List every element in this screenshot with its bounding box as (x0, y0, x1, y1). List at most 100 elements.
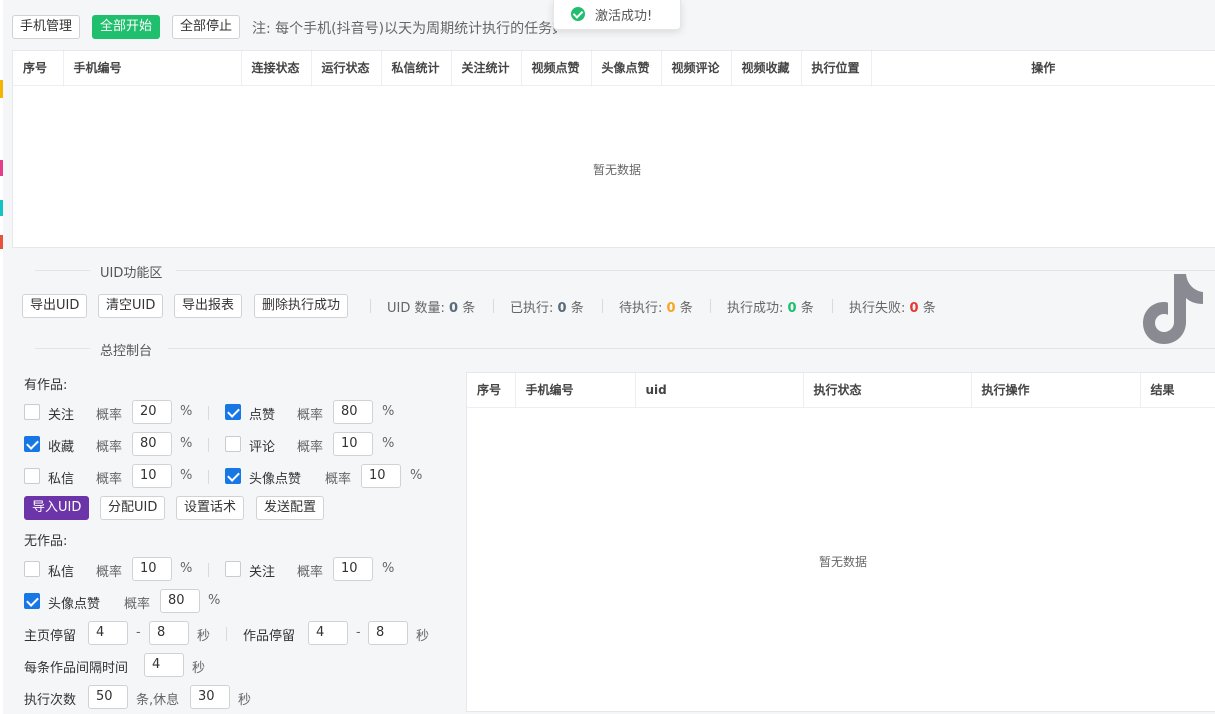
export-uid-button[interactable]: 导出UID (22, 294, 88, 318)
nw-avatar-like-prob-label: 概率 (124, 597, 151, 612)
nw-follow-checkbox[interactable] (225, 561, 241, 577)
nw-avatar-like-percent: % (208, 593, 221, 608)
clear-uid-button[interactable]: 清空UID (98, 294, 164, 318)
export-report-button[interactable]: 导出报表 (174, 294, 243, 318)
work-stay-max-input[interactable]: 8 (368, 621, 408, 645)
nw-follow-prob-input[interactable]: 10 (333, 557, 373, 581)
nw-follow-label: 关注 (249, 565, 276, 580)
fail-unit: 条 (922, 301, 936, 316)
like-prob-input[interactable]: 80 (333, 400, 373, 424)
success-value: 0 (787, 301, 797, 316)
dm-prob-input[interactable]: 10 (132, 464, 172, 488)
avatar-like-checkbox[interactable] (225, 468, 241, 484)
comment-prob-label: 概率 (297, 440, 324, 455)
col-video-comment: 视频评论 (661, 51, 732, 86)
toast-notification: 激活成功! (553, 0, 681, 30)
success-stat: 执行成功: 0 条 (727, 297, 814, 316)
pending-label: 待执行: (619, 301, 663, 316)
pending-unit: 条 (679, 301, 693, 316)
work-stay-label: 作品停留 (243, 629, 296, 644)
interval-input[interactable]: 4 (144, 653, 184, 677)
with-works-label: 有作品: (24, 378, 68, 393)
dm-checkbox[interactable] (24, 468, 40, 484)
uid-divider-left (35, 270, 90, 271)
rest-input[interactable]: 30 (190, 685, 230, 709)
uid-table-header: 序号 手机编号 uid 执行状态 执行操作 结果 (467, 373, 1215, 408)
rest-unit: 秒 (238, 693, 252, 708)
set-script-button[interactable]: 设置话术 (176, 496, 245, 520)
toast-message: 激活成功! (595, 9, 653, 24)
pending-stat: 待执行: 0 条 (619, 297, 693, 316)
executed-stat: 已执行: 0 条 (510, 297, 584, 316)
comment-checkbox[interactable] (225, 436, 241, 452)
comment-prob-input[interactable]: 10 (333, 432, 373, 456)
collect-checkbox[interactable] (24, 436, 40, 452)
nw-dm-percent: % (180, 561, 193, 576)
home-stay-dash: - (136, 625, 141, 640)
stat-separator (710, 299, 711, 313)
home-stay-min-input[interactable]: 4 (88, 621, 128, 645)
follow-prob-input[interactable]: 20 (132, 400, 172, 424)
dm-prob-label: 概率 (96, 472, 123, 487)
stat-separator (832, 299, 833, 313)
send-config-button[interactable]: 发送配置 (256, 496, 325, 520)
phone-table-header: 序号 手机编号 连接状态 运行状态 私信统计 关注统计 视频点赞 头像点赞 视频… (13, 51, 1215, 86)
collect-prob-label: 概率 (96, 440, 123, 455)
field-separator (208, 563, 209, 577)
delete-success-button[interactable]: 删除执行成功 (254, 294, 349, 318)
uid-section-title: UID功能区 (100, 266, 163, 281)
col-run-status: 运行状态 (311, 51, 382, 86)
executed-label: 已执行: (510, 301, 554, 316)
col-phone-id: 手机编号 (63, 51, 242, 86)
fail-label: 执行失败: (849, 301, 906, 316)
nw-avatar-like-prob-input[interactable]: 80 (160, 589, 200, 613)
follow-label: 关注 (48, 408, 75, 423)
home-stay-unit: 秒 (197, 629, 211, 644)
like-checkbox[interactable] (225, 404, 241, 420)
nw-follow-prob-label: 概率 (297, 565, 324, 580)
interval-label: 每条作品间隔时间 (24, 661, 129, 676)
col-connect-status: 连接状态 (241, 51, 312, 86)
work-stay-unit: 秒 (416, 629, 430, 644)
col-index: 序号 (13, 51, 64, 86)
collect-label: 收藏 (48, 440, 75, 455)
assign-uid-button[interactable]: 分配UID (100, 496, 166, 520)
stat-separator (370, 299, 371, 313)
work-stay-dash: - (356, 625, 361, 640)
follow-checkbox[interactable] (24, 404, 40, 420)
stop-all-button[interactable]: 全部停止 (172, 15, 241, 39)
uid-col-result: 结果 (1140, 373, 1215, 408)
col-follow-stats: 关注统计 (451, 51, 522, 86)
nw-dm-label: 私信 (48, 565, 75, 580)
console-title: 总控制台 (100, 344, 153, 359)
collect-percent: % (180, 436, 193, 451)
uid-col-uid: uid (635, 373, 804, 408)
col-avatar-like: 头像点赞 (591, 51, 662, 86)
home-stay-max-input[interactable]: 8 (149, 621, 189, 645)
avatar-like-prob-input[interactable]: 10 (361, 464, 401, 488)
left-edge-accent-teal (0, 200, 3, 216)
field-separator (208, 406, 209, 420)
left-edge-accent-red (0, 235, 3, 249)
avatar-like-prob-label: 概率 (325, 472, 352, 487)
uid-count-label: UID 数量: (387, 301, 445, 316)
uid-count-value: 0 (449, 301, 459, 316)
home-stay-label: 主页停留 (24, 629, 77, 644)
phone-manage-button[interactable]: 手机管理 (12, 15, 81, 39)
exec-count-input[interactable]: 50 (88, 685, 128, 709)
without-works-label: 无作品: (24, 534, 68, 549)
nw-dm-checkbox[interactable] (24, 561, 40, 577)
console-divider-left (35, 348, 90, 349)
collect-prob-input[interactable]: 80 (132, 432, 172, 456)
uid-col-exec-status: 执行状态 (803, 373, 972, 408)
nw-dm-prob-input[interactable]: 10 (132, 557, 172, 581)
start-all-button[interactable]: 全部开始 (92, 15, 161, 39)
exec-count-label: 执行次数 (24, 693, 77, 708)
import-uid-button[interactable]: 导入UID (24, 496, 90, 520)
work-stay-min-input[interactable]: 4 (308, 621, 348, 645)
fail-value: 0 (909, 301, 919, 316)
left-edge-strip (0, 0, 3, 714)
comment-label: 评论 (249, 440, 276, 455)
executed-value: 0 (557, 301, 567, 316)
nw-avatar-like-checkbox[interactable] (24, 593, 40, 609)
